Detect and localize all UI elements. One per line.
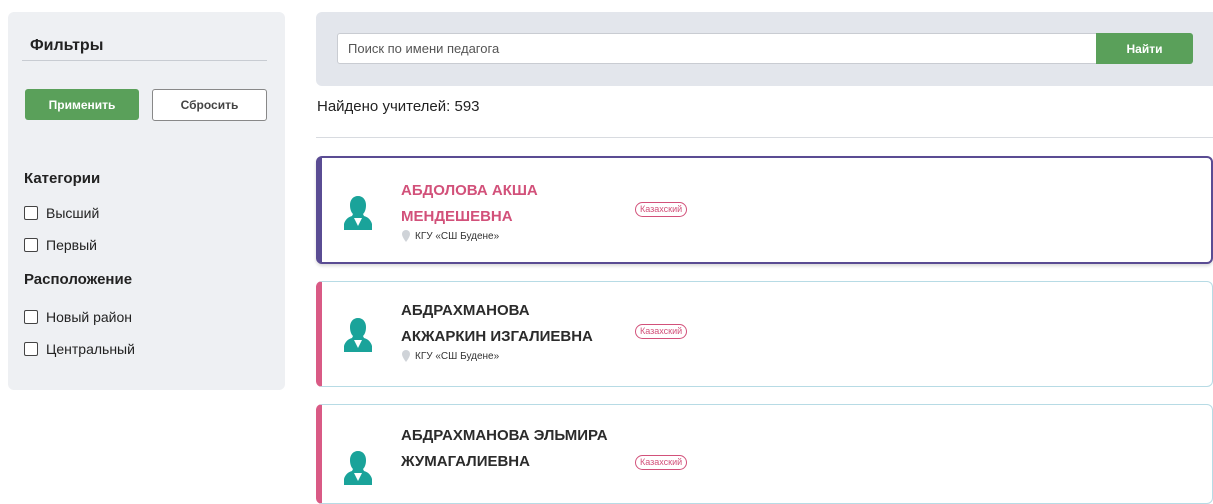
teacher-name[interactable]: АБДРАХМАНОВА АКЖАРКИН ИЗГАЛИЕВНА: [401, 298, 641, 350]
categories-title: Категории: [24, 170, 101, 187]
name-line-1: АБДОЛОВА АКША: [401, 182, 538, 199]
location-checkbox-new-district[interactable]: Новый район: [24, 309, 132, 325]
school-info: КГУ «СШ Будене»: [401, 350, 499, 362]
results-divider: [316, 137, 1213, 138]
location-label: Центральный: [46, 341, 135, 357]
location-label: Новый район: [46, 309, 133, 325]
category-label: Первый: [46, 237, 97, 253]
location-checkbox-central[interactable]: Центральный: [24, 341, 135, 357]
filters-divider: [22, 60, 267, 61]
category-label: Высший: [46, 205, 100, 221]
found-count: Найдено учителей: 593: [317, 98, 480, 115]
name-line-2: АКЖАРКИН ИЗГАЛИЕВНА: [401, 328, 593, 345]
teacher-avatar-icon: [344, 318, 372, 352]
checkbox[interactable]: [24, 342, 38, 356]
category-checkbox-high[interactable]: Высший: [24, 205, 99, 221]
filters-title: Фильтры: [30, 37, 104, 54]
checkbox[interactable]: [24, 310, 38, 324]
checkbox[interactable]: [24, 238, 38, 252]
teacher-card[interactable]: АБДОЛОВА АКША МЕНДЕШЕВНА КГУ «СШ Будене»…: [316, 156, 1213, 264]
teacher-card[interactable]: АБДРАХМАНОВА АКЖАРКИН ИЗГАЛИЕВНА КГУ «СШ…: [316, 281, 1213, 387]
filters-sidebar: Фильтры: [8, 12, 285, 390]
language-badge: Казахский: [635, 202, 688, 217]
school-info: КГУ «СШ Будене»: [401, 230, 499, 242]
category-checkbox-first[interactable]: Первый: [24, 237, 97, 253]
school-name: КГУ «СШ Будене»: [415, 230, 500, 242]
location-pin-icon: [402, 230, 410, 242]
teacher-name[interactable]: АБДОЛОВА АКША МЕНДЕШЕВНА: [401, 178, 641, 230]
teacher-search-input[interactable]: [337, 33, 1097, 64]
teacher-avatar-icon: [344, 451, 372, 485]
reset-button[interactable]: Сбросить: [152, 89, 267, 121]
school-name: КГУ «СШ Будене»: [415, 350, 500, 362]
location-pin-icon: [402, 350, 410, 362]
name-line-2: МЕНДЕШЕВНА: [401, 208, 513, 225]
checkbox[interactable]: [24, 206, 38, 220]
apply-button[interactable]: Применить: [25, 89, 139, 120]
search-button[interactable]: Найти: [1096, 33, 1193, 64]
language-badge: Казахский: [635, 324, 688, 339]
name-line-1: АБДРАХМАНОВА ЭЛЬМИРА: [401, 427, 608, 444]
name-line-1: АБДРАХМАНОВА: [401, 302, 530, 319]
teacher-card[interactable]: АБДРАХМАНОВА ЭЛЬМИРА ЖУМАГАЛИЕВНА Казахс…: [316, 404, 1213, 504]
location-title: Расположение: [24, 271, 133, 288]
teacher-avatar-icon: [344, 196, 372, 230]
